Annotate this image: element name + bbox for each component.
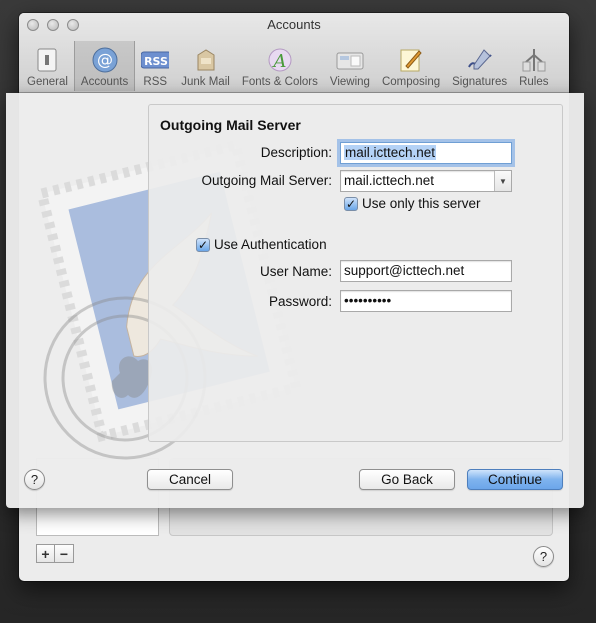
outgoing-server-value: mail.icttech.net	[344, 173, 435, 188]
sheet-help-button[interactable]: ?	[24, 469, 45, 490]
toolbar-fonts-colors-label: Fonts & Colors	[241, 76, 318, 88]
fonts-colors-icon: A	[266, 46, 294, 74]
toolbar-general[interactable]: General	[21, 41, 74, 91]
toolbar-accounts-label: Accounts	[80, 76, 129, 88]
password-label: Password:	[268, 294, 332, 309]
signatures-icon	[466, 46, 494, 74]
description-field[interactable]: mail.icttech.net	[340, 142, 512, 164]
use-only-this-server-option[interactable]: ✓ Use only this server	[344, 196, 481, 211]
password-field[interactable]: ••••••••••	[340, 290, 512, 312]
password-value: ••••••••••	[344, 293, 392, 308]
at-sign-icon: @	[91, 46, 119, 74]
composing-icon	[397, 46, 425, 74]
viewing-icon	[336, 46, 364, 74]
toolbar-signatures[interactable]: Signatures	[446, 41, 513, 91]
toolbar-fonts-colors[interactable]: A Fonts & Colors	[236, 41, 324, 91]
use-authentication-checkbox[interactable]: ✓	[196, 237, 210, 252]
toolbar-rules-label: Rules	[519, 76, 549, 88]
general-icon	[33, 46, 61, 74]
toolbar-junk-mail[interactable]: Junk Mail	[175, 41, 236, 91]
toolbar-rules[interactable]: Rules	[513, 41, 554, 91]
toolbar-composing-label: Composing	[381, 76, 441, 88]
username-value: support@icttech.net	[344, 263, 465, 278]
window-help-button[interactable]: ?	[533, 546, 554, 567]
outgoing-server-label: Outgoing Mail Server:	[201, 173, 332, 188]
description-value: mail.icttech.net	[344, 145, 437, 160]
toolbar-rss-label: RSS	[143, 76, 168, 88]
sheet-title: Outgoing Mail Server	[160, 117, 301, 133]
toolbar-composing[interactable]: Composing	[376, 41, 446, 91]
remove-account-button[interactable]: −	[55, 544, 74, 563]
add-account-button[interactable]: +	[36, 544, 55, 563]
title-bar: Accounts General @ Accounts RSS RSS Junk…	[19, 13, 569, 93]
junk-mail-icon	[192, 46, 220, 74]
svg-text:RSS: RSS	[144, 55, 168, 68]
cancel-button[interactable]: Cancel	[147, 469, 233, 490]
continue-button[interactable]: Continue	[467, 469, 563, 490]
toolbar-viewing-label: Viewing	[329, 76, 370, 88]
description-label: Description:	[260, 145, 332, 160]
toolbar-viewing[interactable]: Viewing	[324, 41, 376, 91]
window-title: Accounts	[267, 17, 321, 32]
outgoing-server-sheet: Outgoing Mail Server Description: mail.i…	[6, 93, 584, 508]
toolbar-signatures-label: Signatures	[452, 76, 508, 88]
go-back-button[interactable]: Go Back	[359, 469, 455, 490]
toolbar-rss[interactable]: RSS RSS	[135, 41, 175, 91]
username-field[interactable]: support@icttech.net	[340, 260, 512, 282]
account-list-buttons: + −	[36, 544, 74, 563]
use-authentication-label: Use Authentication	[214, 237, 327, 252]
chevron-down-icon[interactable]: ▼	[494, 171, 511, 191]
rss-icon: RSS	[141, 46, 170, 74]
toolbar-accounts[interactable]: @ Accounts	[73, 41, 136, 91]
svg-text:@: @	[97, 50, 113, 69]
use-only-this-server-label: Use only this server	[362, 196, 481, 211]
svg-text:A: A	[271, 51, 286, 72]
use-authentication-option[interactable]: ✓ Use Authentication	[196, 237, 327, 252]
preferences-toolbar: General @ Accounts RSS RSS Junk Mail A F…	[21, 41, 569, 93]
toolbar-junk-mail-label: Junk Mail	[181, 76, 230, 88]
toolbar-general-label: General	[27, 76, 68, 88]
use-only-this-server-checkbox[interactable]: ✓	[344, 196, 358, 211]
username-label: User Name:	[259, 264, 332, 279]
rules-icon	[520, 46, 548, 74]
outgoing-server-combo[interactable]: mail.icttech.net ▼	[340, 170, 512, 192]
